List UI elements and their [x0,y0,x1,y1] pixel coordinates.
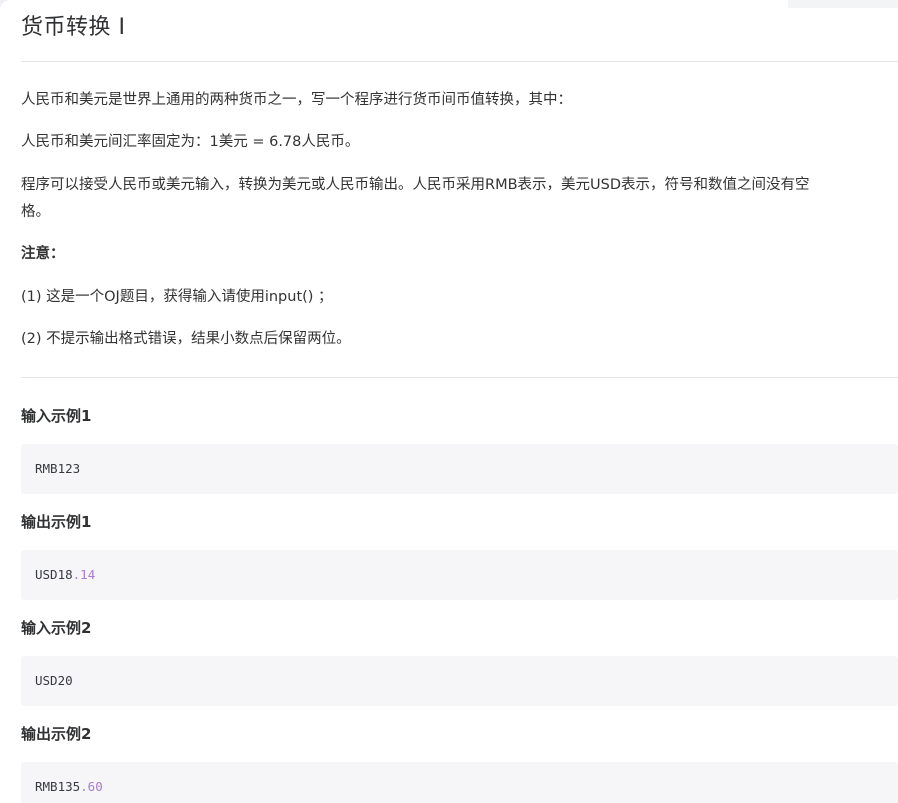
description-paragraph-3-line-2: 格。 [21,204,50,220]
note-item-1: (1) 这是一个OJ题目，获得输入请使用input() ； [21,289,333,305]
problem-card: 货币转换 I 人民币和美元是世界上通用的两种货币之一，写一个程序进行货币间币值转… [0,0,898,803]
top-right-shade [788,0,898,8]
section-divider [21,377,898,378]
example-code-block: RMB123 [21,444,898,494]
code-number: .14 [72,567,96,582]
description-paragraph-3-line-1: 程序可以接受人民币或美元输入，转换为美元或人民币输出。人民币采用RMB表示，美元… [21,177,810,193]
example-code-block: USD20 [21,656,898,706]
code-number: .60 [80,779,103,794]
code-text: RMB135 [35,779,81,794]
code-text: USD18 [35,567,73,582]
example-heading: 输入示例1 [21,407,92,425]
example-heading: 输出示例1 [21,513,92,531]
note-item-2: (2) 不提示输出格式错误，结果小数点后保留两位。 [21,331,351,347]
page-title: 货币转换 I [21,15,126,40]
example-code-block: USD18.14 [21,550,898,600]
example-code-block: RMB135.60 [21,762,898,803]
description-paragraph-2: 人民币和美元间汇率固定为：1美元 = 6.78人民币。 [21,134,360,150]
title-divider [21,61,898,62]
code-text: USD20 [35,673,73,688]
description-paragraph-1: 人民币和美元是世界上通用的两种货币之一，写一个程序进行货币间币值转换，其中： [21,92,572,108]
example-heading: 输入示例2 [21,619,92,637]
code-text: RMB123 [35,461,81,476]
note-label: 注意： [21,246,65,262]
example-heading: 输出示例2 [21,725,92,743]
